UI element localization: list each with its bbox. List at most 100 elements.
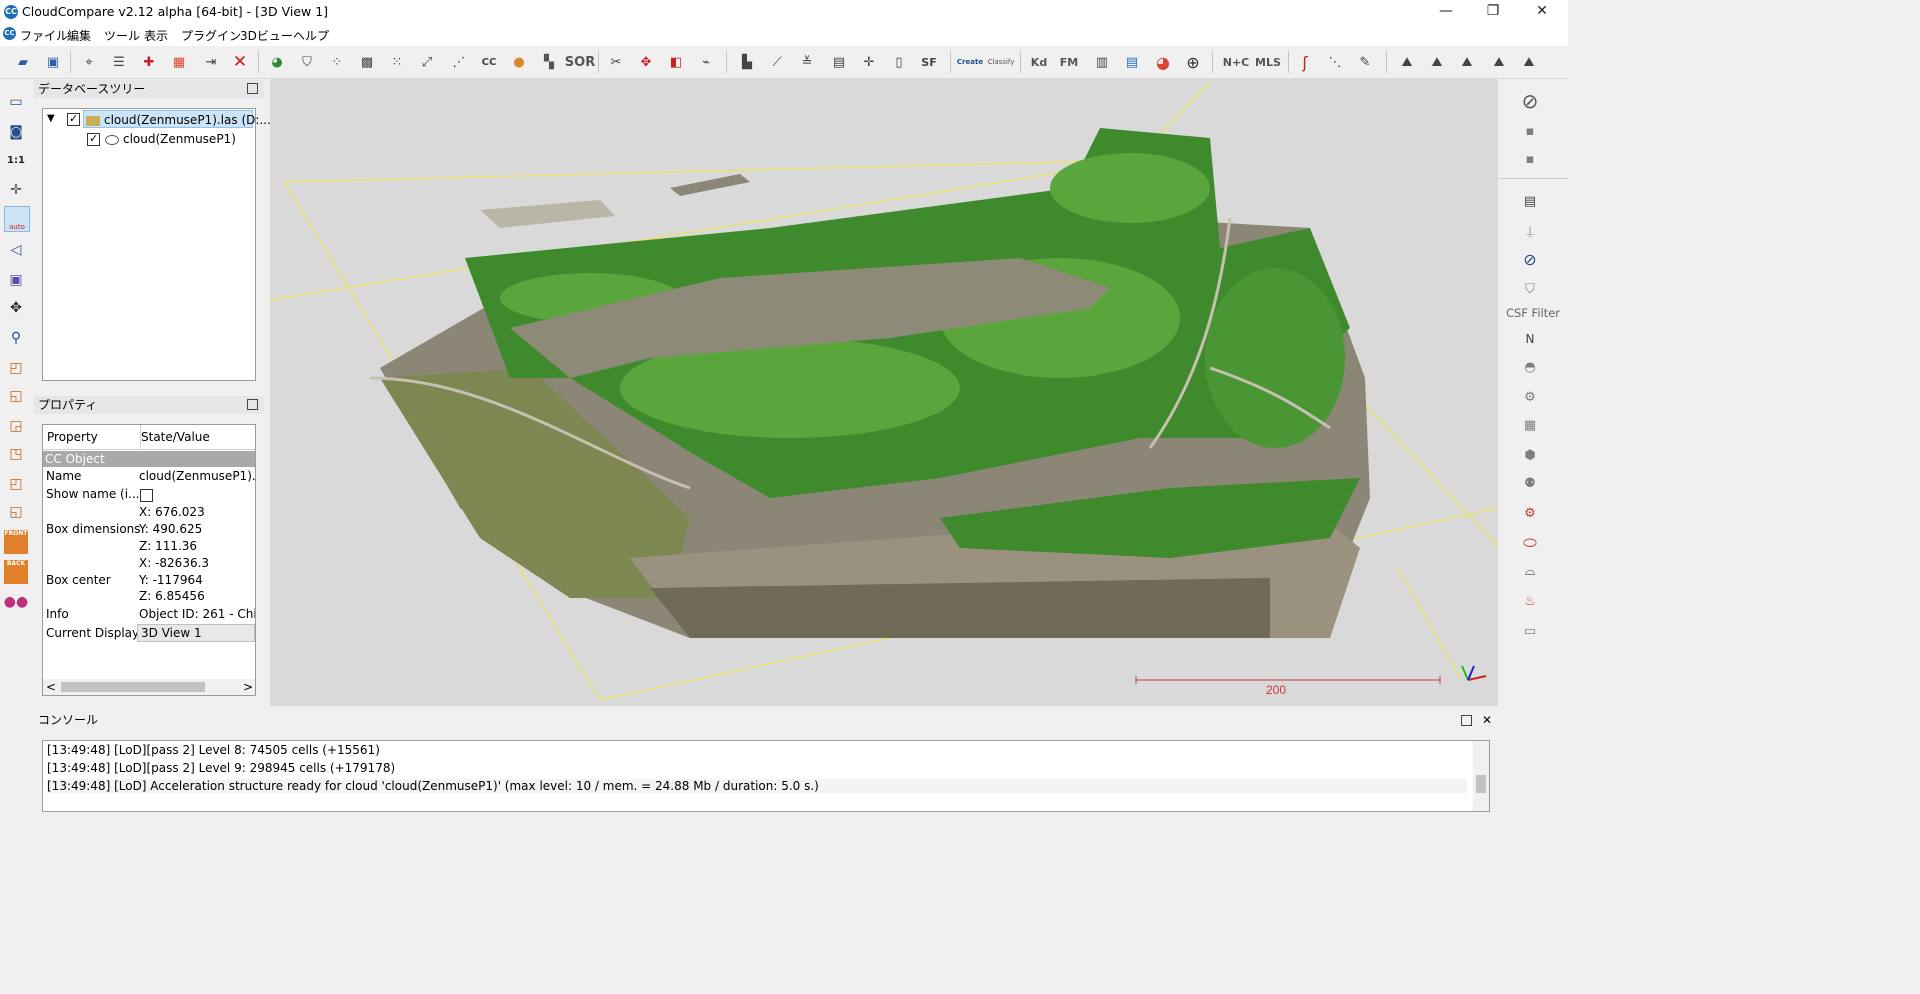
sf-gradient-icon[interactable]: ▯ bbox=[888, 51, 910, 73]
compass-icon[interactable]: ⊘ bbox=[1519, 248, 1541, 270]
hpr-icon[interactable]: ◓ bbox=[1519, 356, 1541, 378]
cross-section-icon[interactable]: ◧ bbox=[665, 51, 687, 73]
noise-icon[interactable]: ▩ bbox=[356, 51, 378, 73]
float-panel-icon[interactable] bbox=[1461, 715, 1472, 726]
save-icon[interactable]: ▣ bbox=[42, 51, 64, 73]
edit-icon[interactable]: ✎ bbox=[1354, 51, 1376, 73]
file-checkbox[interactable] bbox=[67, 110, 80, 128]
sf-icon[interactable]: SF bbox=[918, 51, 940, 73]
cc-label-icon[interactable]: CC bbox=[478, 51, 500, 73]
show-name-checkbox[interactable] bbox=[140, 488, 153, 502]
delete-icon[interactable]: ✕ bbox=[229, 51, 251, 73]
sf-max-icon[interactable]: ≚ bbox=[796, 51, 818, 73]
animation-icon[interactable]: ▤ bbox=[1519, 190, 1541, 212]
camera-icon[interactable]: ◙ bbox=[4, 120, 28, 144]
zoom-1-1-button[interactable]: 1:1 bbox=[4, 148, 28, 172]
zoom-icon[interactable]: ⚲ bbox=[4, 326, 28, 350]
cloud-checkbox[interactable] bbox=[87, 130, 100, 148]
tree-item-file[interactable]: cloud(ZenmuseP1).las (D:... bbox=[83, 110, 271, 128]
m3c2-icon[interactable]: ⚙ bbox=[1519, 386, 1541, 408]
scrollbar-thumb[interactable] bbox=[61, 682, 205, 692]
close-panel-icon[interactable]: ✕ bbox=[1482, 710, 1492, 730]
pcv-icon[interactable]: ▦ bbox=[1519, 414, 1541, 436]
view-top-icon[interactable]: ◰ bbox=[4, 356, 28, 380]
merge-icon[interactable]: ✚ bbox=[138, 51, 160, 73]
menu-edit[interactable]: 編集 bbox=[67, 27, 91, 44]
view-back-icon[interactable]: ◳ bbox=[4, 442, 28, 466]
expand-arrow-icon[interactable]: ▼ bbox=[47, 110, 55, 128]
iso-front-button[interactable]: FRONT bbox=[4, 530, 28, 554]
view-bottom-icon[interactable]: ◱ bbox=[4, 500, 28, 524]
scissors-icon[interactable]: ✂ bbox=[605, 51, 627, 73]
qsrf-icon[interactable]: ⋱ bbox=[1324, 51, 1346, 73]
color-wheel-icon[interactable]: ◕ bbox=[1152, 51, 1174, 73]
ransac-icon[interactable]: ʃ bbox=[1294, 51, 1316, 73]
menu-3dview[interactable]: 3Dビュー bbox=[240, 27, 293, 44]
terrain-3-icon[interactable]: ⛰ bbox=[1456, 51, 1478, 73]
normals-icon[interactable]: ⤢ bbox=[416, 51, 438, 73]
perspective-icon[interactable]: ◁ bbox=[4, 238, 28, 262]
sor-filter-icon[interactable]: SOR bbox=[565, 51, 595, 73]
fire-icon[interactable]: ♨ bbox=[1519, 590, 1541, 612]
minimize-button[interactable]: — bbox=[1423, 0, 1469, 24]
restore-button[interactable]: ❐ bbox=[1470, 0, 1516, 24]
horizontal-scrollbar[interactable]: < > bbox=[43, 679, 255, 695]
checker-icon[interactable]: ▚ bbox=[538, 51, 560, 73]
point-cloud-render[interactable]: 200 bbox=[270, 78, 1498, 706]
menu-display[interactable]: 表示 bbox=[144, 27, 168, 44]
cancel-icon[interactable]: ⊘ bbox=[1519, 89, 1541, 113]
fast-marching-icon[interactable]: FM bbox=[1058, 51, 1080, 73]
menu-tools[interactable]: ツール bbox=[104, 27, 140, 44]
filter-icon[interactable]: ▤ bbox=[828, 51, 850, 73]
terrain-1-icon[interactable]: ⛰ bbox=[1396, 51, 1418, 73]
rgb-icon[interactable]: ⚉ bbox=[1519, 472, 1541, 494]
name-value[interactable]: cloud(ZenmuseP1).las bbox=[139, 469, 255, 483]
add-sf-icon[interactable]: ✛ bbox=[858, 51, 880, 73]
fit-icon[interactable]: ⟋ bbox=[766, 51, 788, 73]
tree-item-cloud[interactable]: cloud(ZenmuseP1) bbox=[105, 130, 236, 148]
move-icon[interactable]: ✥ bbox=[4, 296, 28, 320]
subsample-icon[interactable]: ⇥ bbox=[200, 51, 222, 73]
menu-file[interactable]: ファイル bbox=[20, 27, 68, 44]
current-display-select[interactable]: 3D View 1 bbox=[137, 624, 255, 642]
menu-help[interactable]: ヘルプ bbox=[293, 27, 329, 44]
kd-tree-icon[interactable]: Kd bbox=[1028, 51, 1050, 73]
3d-view[interactable]: 200 bbox=[270, 78, 1498, 706]
ssao-icon[interactable]: ▪ bbox=[1519, 148, 1541, 170]
canupo-classify-icon[interactable]: Classify bbox=[986, 51, 1016, 73]
shield-icon[interactable]: ⛉ bbox=[296, 51, 318, 73]
canupo-create-icon[interactable]: Create bbox=[956, 51, 984, 73]
globe-icon[interactable]: ⊕ bbox=[1182, 51, 1204, 73]
display-icon[interactable]: ▭ bbox=[4, 90, 28, 114]
view-right-icon[interactable]: ◰ bbox=[4, 472, 28, 496]
probe-icon[interactable]: ⍊ bbox=[1519, 220, 1541, 242]
open-icon[interactable]: ▰ bbox=[12, 51, 34, 73]
cube-icon[interactable]: ▣ bbox=[4, 268, 28, 292]
column-header-value[interactable]: State/Value bbox=[141, 425, 255, 450]
csf-filter-label[interactable]: CSF Filter bbox=[1498, 306, 1568, 320]
auto-pivot-button[interactable]: auto bbox=[4, 206, 30, 232]
color-scale-icon[interactable]: ▦ bbox=[168, 51, 190, 73]
histogram-icon[interactable]: ▙ bbox=[736, 51, 758, 73]
list-icon[interactable]: ☰ bbox=[108, 51, 130, 73]
console-scrollbar[interactable] bbox=[1473, 741, 1489, 811]
scroll-right-button[interactable]: > bbox=[243, 679, 253, 695]
iso-back-button[interactable]: BACK bbox=[4, 560, 28, 584]
csf-shield-icon[interactable]: ⛉ bbox=[1519, 278, 1541, 300]
mls-icon[interactable]: MLS bbox=[1254, 51, 1282, 73]
close-window-button[interactable]: ✕ bbox=[1519, 0, 1565, 24]
float-panel-icon[interactable] bbox=[247, 83, 258, 94]
terrain-4-icon[interactable]: ⛰ bbox=[1488, 51, 1510, 73]
clone-icon[interactable]: ⌖ bbox=[78, 51, 100, 73]
pivot-icon[interactable]: ✛ bbox=[4, 178, 28, 202]
view-front-icon[interactable]: ◱ bbox=[4, 384, 28, 408]
segment-icon[interactable]: ⋰ bbox=[448, 51, 470, 73]
column-header-property[interactable]: Property bbox=[43, 425, 141, 450]
sample-points-icon[interactable]: ⁘ bbox=[326, 51, 348, 73]
scroll-left-button[interactable]: < bbox=[46, 679, 56, 695]
float-panel-icon[interactable] bbox=[247, 399, 258, 410]
nc-icon[interactable]: N+C bbox=[1222, 51, 1250, 73]
terrain-5-icon[interactable]: ⛰ bbox=[1518, 51, 1540, 73]
point-pick-icon[interactable]: ◕ bbox=[266, 51, 288, 73]
csv-icon[interactable]: ▤ bbox=[1121, 51, 1143, 73]
